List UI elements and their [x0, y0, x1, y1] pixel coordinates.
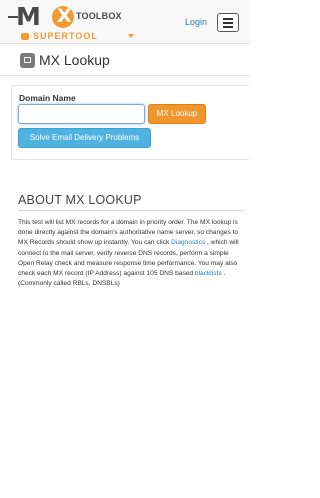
diagnostics-link[interactable]: Diagnostics: [171, 239, 205, 246]
about-heading: ABOUT MX LOOKUP: [18, 193, 142, 207]
domain-name-label: Domain Name: [19, 93, 76, 103]
hamburger-menu-button[interactable]: [217, 13, 239, 32]
page-title: MX Lookup: [39, 52, 110, 68]
login-link[interactable]: Login: [185, 17, 207, 27]
mx-lookup-button[interactable]: MX Lookup: [148, 104, 206, 124]
envelope-icon-inner: [24, 57, 31, 63]
supertool-icon: [21, 32, 29, 40]
lookup-header: [0, 48, 250, 76]
menu-bar-top: [223, 18, 233, 20]
logo-x-text: X: [57, 5, 72, 27]
blacklists-link[interactable]: blacklists: [195, 270, 222, 277]
menu-bar-middle: [223, 22, 233, 24]
logo-toolbox-text: TOOLBOX: [76, 11, 122, 21]
mxtoolbox-logo[interactable]: M X TOOLBOX: [8, 2, 122, 32]
about-paragraph: This test will list MX records for a dom…: [18, 218, 245, 289]
about-divider: [18, 210, 244, 211]
envelope-icon: [20, 53, 35, 68]
logo-mx-text: M: [16, 2, 41, 31]
supertool-dropdown[interactable]: SUPERTOOL: [21, 30, 98, 42]
domain-input[interactable]: [18, 104, 145, 124]
supertool-label: SUPERTOOL: [33, 31, 98, 41]
menu-bar-bottom: [223, 26, 233, 28]
chevron-down-icon[interactable]: [128, 34, 134, 38]
solve-email-delivery-button[interactable]: Solve Email Delivery Problems: [18, 128, 151, 148]
